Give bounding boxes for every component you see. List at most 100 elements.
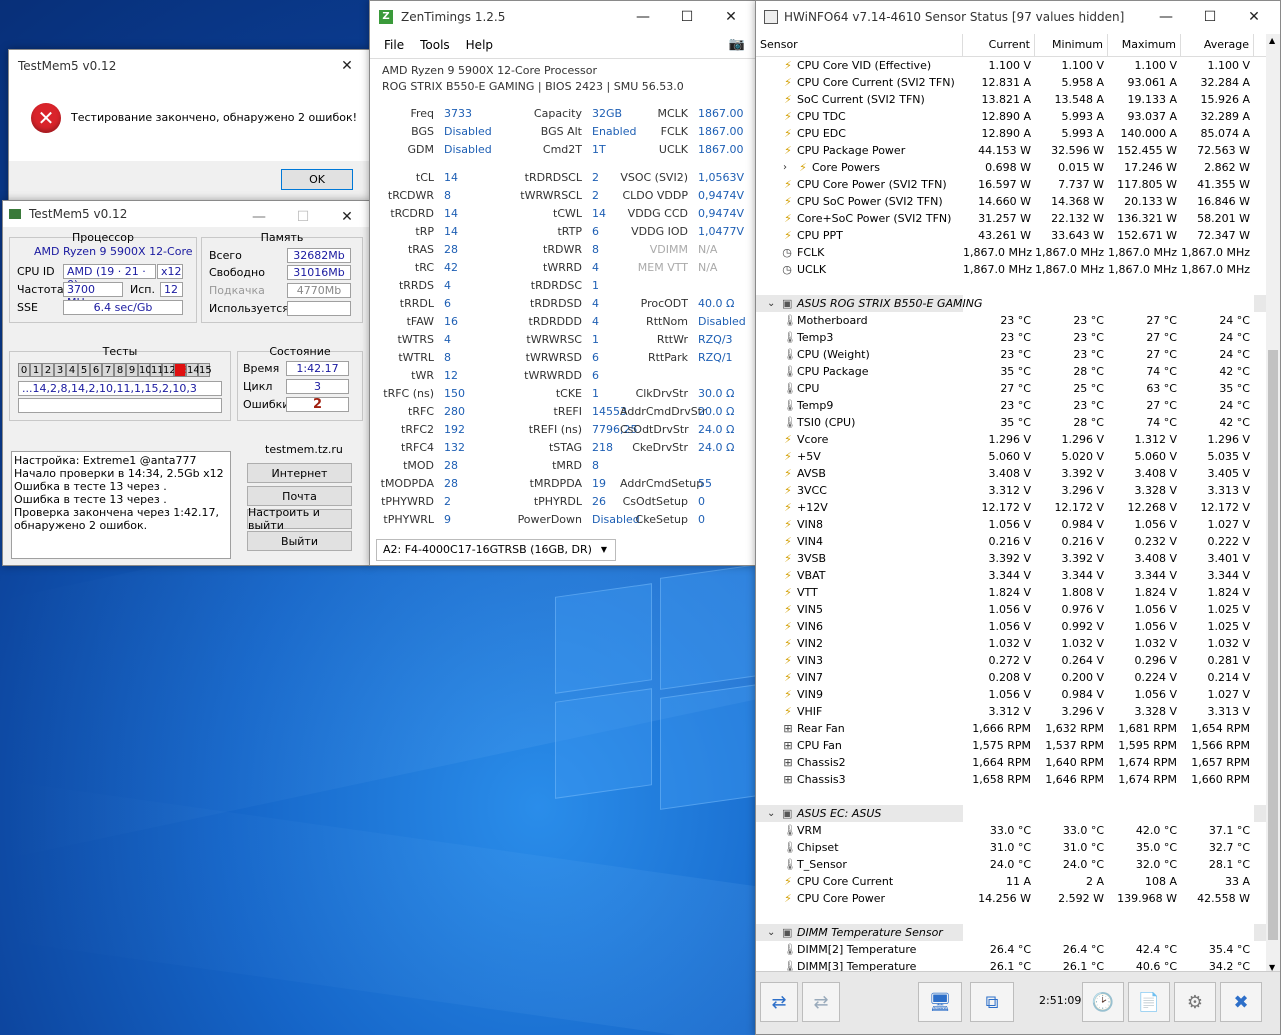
sensor-row[interactable]: 🌡 VRM 33.0 °C 33.0 °C 42.0 °C 37.1 °C (756, 822, 1266, 839)
col-maximum[interactable]: Maximum (1108, 34, 1181, 56)
maximize-button[interactable]: ☐ (281, 201, 325, 232)
sensor-row[interactable]: ⊞ Rear Fan 1,666 RPM 1,632 RPM 1,681 RPM 1,65… (756, 720, 1266, 737)
mail-button[interactable]: Почта (247, 486, 352, 506)
maximize-button[interactable]: ☐ (1188, 1, 1232, 32)
sensor-row[interactable]: 🌡 Temp3 23 °C 23 °C 27 °C 24 °C (756, 329, 1266, 346)
log-textbox[interactable]: Настройка: Extreme1 @anta777 Начало прове… (11, 451, 231, 559)
sensor-row[interactable]: ⚡ CPU Core Current 11 A 2 A 108 A 33 A (756, 873, 1266, 890)
sensor-row[interactable]: ⚡ CPU Core Power 14.256 W 2.592 W 139.968 W 4… (756, 890, 1266, 907)
close-button[interactable]: ✕ (325, 201, 369, 232)
sensor-row[interactable]: 🌡 Temp9 23 °C 23 °C 27 °C 24 °C (756, 397, 1266, 414)
menu-file[interactable]: File (384, 38, 404, 52)
sensor-row[interactable]: ⚡ VTT 1.824 V 1.808 V 1.824 V 1.824 V (756, 584, 1266, 601)
network-icon[interactable]: ⧉ (970, 982, 1014, 1022)
timing-value: 4 (592, 261, 599, 274)
sensor-group-row[interactable]: ⌄ ▣ ASUS EC: ASUS (756, 805, 1266, 822)
minimize-button[interactable]: — (1144, 1, 1188, 32)
camera-icon[interactable]: 📷 (729, 37, 745, 52)
col-minimum[interactable]: Minimum (1035, 34, 1108, 56)
sensor-row[interactable]: ⚡ +12V 12.172 V 12.172 V 12.268 V 12.172 V (756, 499, 1266, 516)
sensor-row[interactable]: ⚡ CPU Core VID (Effective) 1.100 V 1.100 V 1… (756, 57, 1266, 74)
scroll-thumb[interactable] (1268, 350, 1278, 940)
sensor-row[interactable]: ⚡ VIN2 1.032 V 1.032 V 1.032 V 1.032 V (756, 635, 1266, 652)
sensor-row[interactable]: ⚡ Core+SoC Power (SVI2 TFN) 31.257 W 22.132… (756, 210, 1266, 227)
col-average[interactable]: Average (1181, 34, 1254, 56)
sensor-row[interactable]: ⚡ 3VCC 3.312 V 3.296 V 3.328 V 3.313 V (756, 482, 1266, 499)
sensor-row[interactable]: 🌡 CPU 27 °C 25 °C 63 °C 35 °C (756, 380, 1266, 397)
sensor-row[interactable]: ⚡ CPU EDC 12.890 A 5.993 A 140.000 A 85.074 A (756, 125, 1266, 142)
sensor-row[interactable]: ⚡ +5V 5.060 V 5.020 V 5.060 V 5.035 V (756, 448, 1266, 465)
testmem-result-dialog: TestMem5 v0.12 ✕ ✕ Тестирование закончен… (8, 49, 370, 201)
sensor-row[interactable]: ◷ FCLK 1,867.0 MHz 1,867.0 MHz 1,867.0 MHz 1,… (756, 244, 1266, 261)
thermometer-icon: 🌡 (783, 365, 797, 378)
close-icon[interactable]: ✖ (1220, 982, 1262, 1022)
close-button[interactable]: ✕ (709, 1, 753, 32)
menu-tools[interactable]: Tools (420, 38, 450, 52)
sensor-row[interactable]: ⚡ VIN9 1.056 V 0.984 V 1.056 V 1.027 V (756, 686, 1266, 703)
internet-button[interactable]: Интернет (247, 463, 352, 483)
sensor-row[interactable]: ⚡ VIN4 0.216 V 0.216 V 0.232 V 0.222 V (756, 533, 1266, 550)
sensor-row[interactable]: ⊞ Chassis3 1,658 RPM 1,646 RPM 1,674 RPM 1,66… (756, 771, 1266, 788)
sensor-row[interactable]: 🌡 T_Sensor 24.0 °C 24.0 °C 32.0 °C 28.1 °C (756, 856, 1266, 873)
collapse-icon[interactable]: ⌄ (767, 805, 775, 822)
sensor-row[interactable]: ⚡ CPU PPT 43.261 W 33.643 W 152.671 W 72.347 … (756, 227, 1266, 244)
collapse-icon[interactable]: ⌄ (767, 924, 775, 941)
sensor-row[interactable]: ⚡ CPU SoC Power (SVI2 TFN) 14.660 W 14.368 … (756, 193, 1266, 210)
sensor-value: 0.281 V (1207, 654, 1250, 667)
sensor-row[interactable]: ⊞ CPU Fan 1,575 RPM 1,537 RPM 1,595 RPM 1,566… (756, 737, 1266, 754)
sensor-row[interactable]: ⚡ VIN3 0.272 V 0.264 V 0.296 V 0.281 V (756, 652, 1266, 669)
sensor-row[interactable]: ⚡ CPU Package Power 44.153 W 32.596 W 152.45… (756, 142, 1266, 159)
sensor-row[interactable]: ⚡ VIN5 1.056 V 0.976 V 1.056 V 1.025 V (756, 601, 1266, 618)
sensor-row[interactable]: ⚡ AVSB 3.408 V 3.392 V 3.408 V 3.405 V (756, 465, 1266, 482)
sensor-row[interactable]: ⚡ VIN8 1.056 V 0.984 V 1.056 V 1.027 V (756, 516, 1266, 533)
sensor-row[interactable]: ⚡ VIN6 1.056 V 0.992 V 1.056 V 1.025 V (756, 618, 1266, 635)
sensor-value: 7.737 W (1058, 178, 1104, 191)
sensor-row[interactable]: ⚡ CPU Core Power (SVI2 TFN) 16.597 W 7.737 … (756, 176, 1266, 193)
col-sensor[interactable]: Sensor (756, 34, 963, 56)
sensor-row[interactable]: 🌡 CPU Package 35 °C 28 °C 74 °C 42 °C (756, 363, 1266, 380)
sensor-group-row[interactable]: ⌄ ▣ DIMM Temperature Sensor (756, 924, 1266, 941)
sensor-row[interactable]: ◷ UCLK 1,867.0 MHz 1,867.0 MHz 1,867.0 MHz 1,… (756, 261, 1266, 278)
network-report-icon[interactable]: 🖥 (918, 982, 962, 1022)
collapse-icon[interactable]: ⌄ (767, 295, 775, 312)
sensor-row[interactable]: ⚡ CPU TDC 12.890 A 5.993 A 93.037 A 32.289 A (756, 108, 1266, 125)
close-button[interactable]: ✕ (325, 50, 369, 81)
gear-icon[interactable]: ⚙ (1174, 982, 1216, 1022)
add-log-icon[interactable]: 📄 (1128, 982, 1170, 1022)
sensor-row[interactable]: ⚡ VBAT 3.344 V 3.344 V 3.344 V 3.344 V (756, 567, 1266, 584)
test-cell: 5 (78, 363, 90, 377)
sensor-row[interactable]: ⚡ Vcore 1.296 V 1.296 V 1.312 V 1.296 V (756, 431, 1266, 448)
memory-module-select[interactable]: A2: F4-4000C17-16GTRSB (16GB, DR) ▼ (376, 539, 616, 561)
scrollbar[interactable]: ▲ ▼ (1266, 34, 1280, 974)
menu-help[interactable]: Help (466, 38, 493, 52)
sensor-row[interactable]: ⚡ SoC Current (SVI2 TFN) 13.821 A 13.548 A 1… (756, 91, 1266, 108)
scroll-up-icon[interactable]: ▲ (1269, 36, 1275, 45)
sensor-row[interactable]: ⚡ 3VSB 3.392 V 3.392 V 3.408 V 3.401 V (756, 550, 1266, 567)
close-button[interactable]: ✕ (1232, 1, 1276, 32)
sensor-row[interactable]: 🌡 TSI0 (CPU) 35 °C 28 °C 74 °C 42 °C (756, 414, 1266, 431)
exit-button[interactable]: Выйти (247, 531, 352, 551)
setup-exit-button[interactable]: Настроить и выйти (247, 506, 352, 532)
sensor-row[interactable]: ⚡ CPU Core Current (SVI2 TFN) 12.831 A 5.95… (756, 74, 1266, 91)
sensor-group-row[interactable]: ⌄ ▣ ASUS ROG STRIX B550-E GAMING (756, 295, 1266, 312)
navigate-arrows-icon[interactable]: ⇄ (760, 982, 798, 1022)
sensor-row[interactable]: 🌡 DIMM[2] Temperature 26.4 °C 26.4 °C 42.4 °… (756, 941, 1266, 958)
expand-icon[interactable]: › (783, 159, 787, 176)
fan-icon: ⊞ (783, 756, 793, 769)
sensor-name: Temp3 (797, 331, 834, 344)
sensor-row[interactable]: › ⚡ Core Powers 0.698 W 0.015 W 17.246 W 2.862… (756, 159, 1266, 176)
sensor-value: 74 °C (1146, 416, 1177, 429)
sensor-row[interactable]: 🌡 Chipset 31.0 °C 31.0 °C 35.0 °C 32.7 °C (756, 839, 1266, 856)
sensor-row[interactable]: 🌡 CPU (Weight) 23 °C 23 °C 27 °C 24 °C (756, 346, 1266, 363)
ok-button[interactable]: OK (281, 169, 353, 190)
maximize-button[interactable]: ☐ (665, 1, 709, 32)
sensor-row[interactable]: ⊞ Chassis2 1,664 RPM 1,640 RPM 1,674 RPM 1,65… (756, 754, 1266, 771)
navigate-arrows-disabled-icon[interactable]: ⇄ (802, 982, 840, 1022)
minimize-button[interactable]: — (621, 1, 665, 32)
col-current[interactable]: Current (963, 34, 1035, 56)
sensor-row[interactable]: ⚡ VHIF 3.312 V 3.296 V 3.328 V 3.313 V (756, 703, 1266, 720)
minimize-button[interactable]: — (237, 201, 281, 232)
sensor-row[interactable]: 🌡 Motherboard 23 °C 23 °C 27 °C 24 °C (756, 312, 1266, 329)
sensor-row[interactable]: ⚡ VIN7 0.208 V 0.200 V 0.224 V 0.214 V (756, 669, 1266, 686)
clock-icon[interactable]: 🕑 (1082, 982, 1124, 1022)
